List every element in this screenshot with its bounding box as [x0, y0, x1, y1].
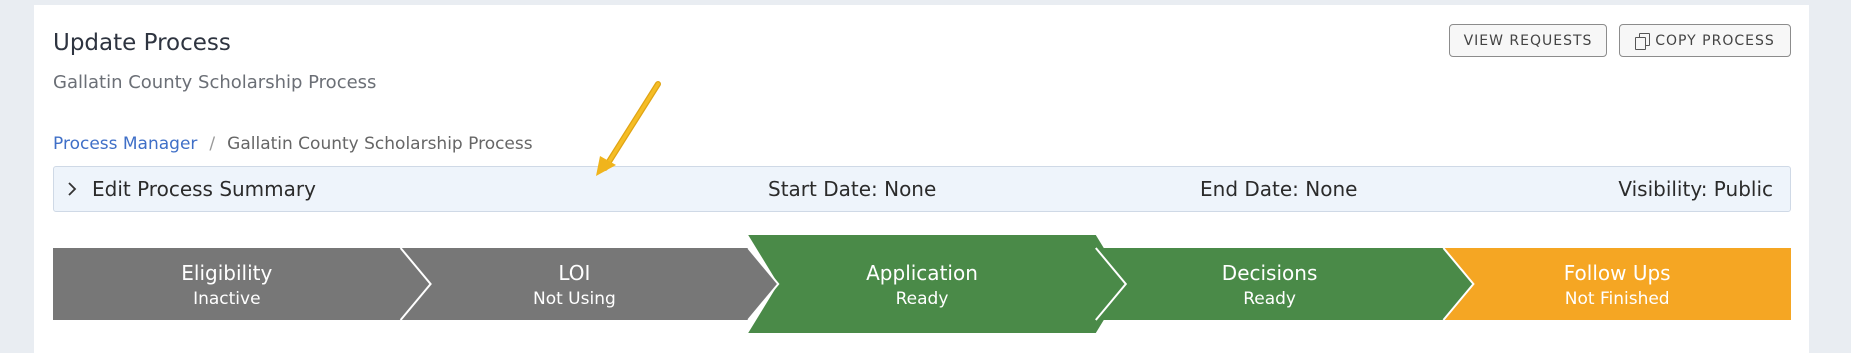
- pointer-arrow-icon: [596, 81, 661, 176]
